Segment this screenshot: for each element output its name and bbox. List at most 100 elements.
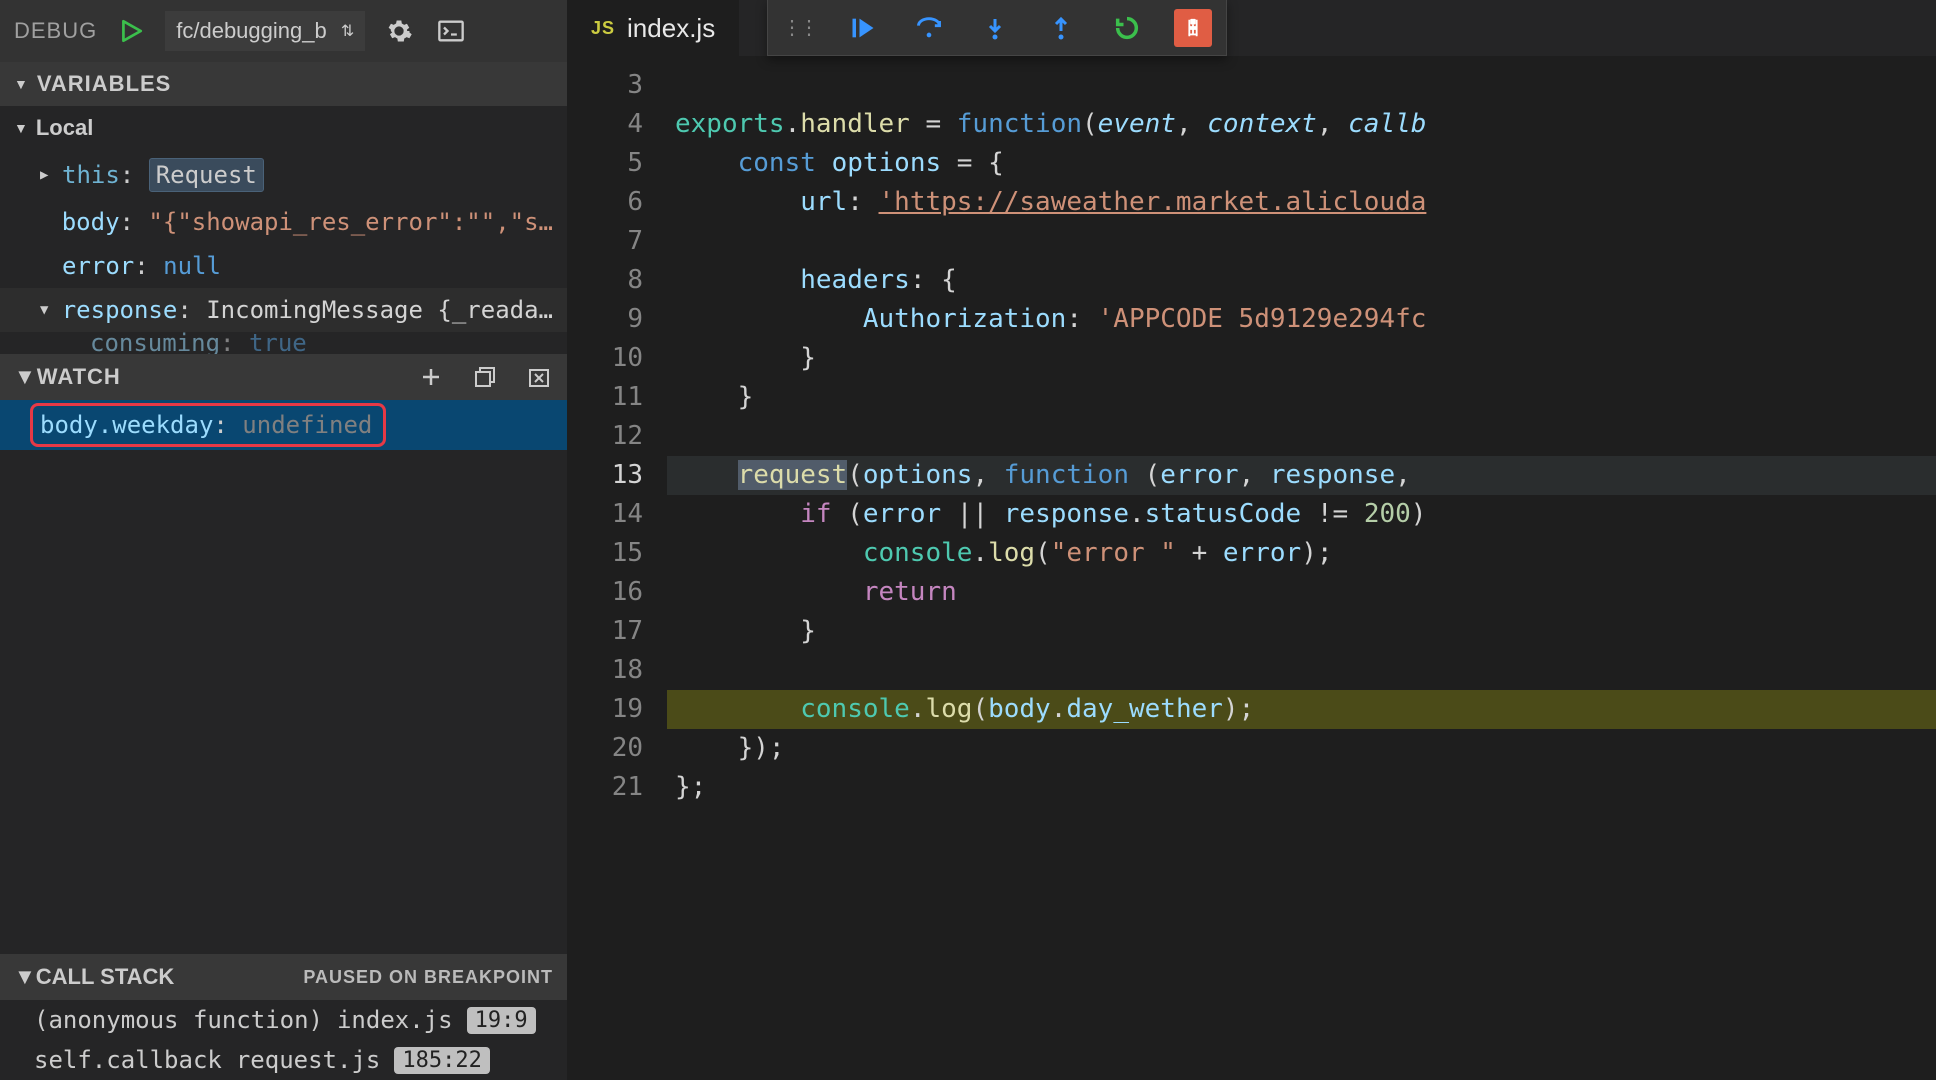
callstack-panel-header[interactable]: ▼ CALL STACK PAUSED ON BREAKPOINT	[0, 954, 567, 1000]
line-number: 21	[567, 768, 667, 807]
tk: log	[925, 694, 972, 724]
stack-fn: (anonymous function)	[34, 1006, 323, 1034]
var-key: body	[62, 208, 120, 236]
tk: request	[738, 460, 848, 490]
watch-value: undefined	[242, 411, 372, 439]
continue-button[interactable]	[844, 9, 882, 47]
spacer	[0, 450, 567, 954]
grip-icon[interactable]: ⋮⋮	[782, 15, 816, 40]
stack-frame[interactable]: (anonymous function) index.js 19:9	[0, 1000, 567, 1040]
line-number: 19	[567, 690, 667, 729]
var-value: null	[163, 252, 221, 280]
line-number: 18	[567, 651, 667, 690]
tab-indexjs[interactable]: JS index.js	[567, 0, 739, 56]
var-key: this	[62, 161, 120, 189]
variables-title: VARIABLES	[37, 71, 172, 97]
line-number: 7	[567, 222, 667, 261]
watch-expression[interactable]: body.weekday: undefined	[0, 400, 567, 450]
step-into-button[interactable]	[976, 9, 1014, 47]
var-value: true	[249, 332, 307, 354]
line-number: 12	[567, 417, 667, 456]
debug-config-select[interactable]: fc/debugging_b ⇅	[165, 11, 365, 51]
tk: response	[1004, 499, 1129, 529]
stack-loc: 185:22	[394, 1047, 489, 1074]
tk: function	[957, 109, 1082, 139]
line-number: 20	[567, 729, 667, 768]
line-number: 15	[567, 534, 667, 573]
tk: 200	[1364, 499, 1411, 529]
var-consuming[interactable]: consuming: true	[0, 332, 567, 354]
tk: Authorization	[863, 304, 1067, 334]
tk: console	[800, 694, 910, 724]
var-this[interactable]: ▶ this: Request	[0, 150, 567, 200]
tk: options	[863, 460, 973, 490]
chevron-down-icon: ▼	[14, 120, 28, 136]
var-error[interactable]: error: null	[0, 244, 567, 288]
tk: response	[1270, 460, 1395, 490]
step-over-button[interactable]	[910, 9, 948, 47]
tk: context	[1207, 109, 1317, 139]
stack-frame[interactable]: self.callback request.js 185:22	[0, 1040, 567, 1080]
collapse-all-button[interactable]	[467, 359, 503, 395]
tk: statusCode	[1145, 499, 1302, 529]
chevron-down-icon: ▼	[40, 302, 62, 318]
line-number: 4	[567, 105, 667, 144]
tk: const	[738, 148, 816, 178]
var-key: response	[62, 296, 178, 324]
tk: "error "	[1051, 538, 1176, 568]
watch-title: WATCH	[37, 364, 121, 390]
stack-file: request.js	[236, 1046, 381, 1074]
variables-area: ▼ Local ▶ this: Request body: "{"showapi…	[0, 106, 567, 354]
remove-all-watch-button[interactable]	[521, 359, 557, 395]
var-key: consuming	[90, 332, 220, 354]
tk: handler	[800, 109, 910, 139]
chevron-down-icon: ▼	[14, 364, 37, 390]
tk: day_wether	[1066, 694, 1223, 724]
var-value: Request	[149, 158, 264, 192]
tk: error	[1223, 538, 1301, 568]
restart-button[interactable]	[1108, 9, 1146, 47]
line-number: 13	[567, 456, 667, 495]
tk: if	[800, 499, 831, 529]
watch-panel-header[interactable]: ▼ WATCH	[0, 354, 567, 400]
line-number: 17	[567, 612, 667, 651]
tk: console	[863, 538, 973, 568]
scope-local-label: Local	[36, 115, 93, 141]
var-value: IncomingMessage {_reada…	[206, 296, 553, 324]
tk: 'APPCODE 5d9129e294fc	[1098, 304, 1427, 334]
chevron-right-icon: ▶	[40, 167, 62, 183]
gutter[interactable]: 3 4 5 6 7 8 9 10 11 12 13 14 15 16 17 18…	[567, 62, 667, 1080]
tk: 'https://saweather.market.aliclouda	[879, 187, 1427, 217]
gear-icon[interactable]	[381, 13, 417, 49]
chevron-updown-icon: ⇅	[341, 21, 354, 41]
line-number: 6	[567, 183, 667, 222]
scope-local[interactable]: ▼ Local	[0, 106, 567, 150]
tk: headers	[800, 265, 910, 295]
tk: exports	[675, 109, 785, 139]
stack-loc: 19:9	[467, 1007, 536, 1034]
tk: url	[800, 187, 847, 217]
add-watch-button[interactable]	[413, 359, 449, 395]
tk: log	[988, 538, 1035, 568]
variables-panel-header[interactable]: ▼ VARIABLES	[0, 62, 567, 106]
code-area[interactable]: 3 4 5 6 7 8 9 10 11 12 13 14 15 16 17 18…	[567, 56, 1936, 1080]
chevron-down-icon: ▼	[14, 76, 29, 92]
tab-label: index.js	[627, 13, 715, 44]
code-body[interactable]: exports.handler = function(event, contex…	[667, 62, 1936, 1080]
var-key: error	[62, 252, 134, 280]
var-body[interactable]: body: "{"showapi_res_error":"","s…	[0, 200, 567, 244]
stack-file: index.js	[337, 1006, 453, 1034]
stop-button[interactable]	[1174, 9, 1212, 47]
start-debug-button[interactable]	[113, 13, 149, 49]
chevron-down-icon: ▼	[14, 964, 36, 990]
debug-config-value: fc/debugging_b	[176, 18, 326, 44]
tk: error	[863, 499, 941, 529]
debug-console-icon[interactable]	[433, 13, 469, 49]
line-number: 11	[567, 378, 667, 417]
line-number: 5	[567, 144, 667, 183]
line-number: 8	[567, 261, 667, 300]
var-response[interactable]: ▼ response: IncomingMessage {_reada…	[0, 288, 567, 332]
debug-label: DEBUG	[14, 18, 97, 44]
tk: body	[988, 694, 1051, 724]
step-out-button[interactable]	[1042, 9, 1080, 47]
